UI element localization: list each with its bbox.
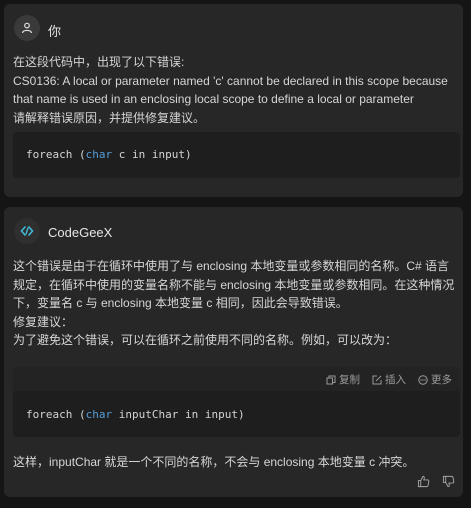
code-type-keyword: char [85, 408, 113, 421]
insert-button[interactable]: 插入 [372, 372, 406, 387]
copy-label: 复制 [339, 374, 360, 386]
insert-label: 插入 [385, 374, 406, 386]
message-line: 下，变量名 c 与 enclosing 本地变量 c 相同，因此会导致错误。 [13, 296, 348, 310]
code-keyword: foreach [26, 408, 73, 421]
assistant-footer-text: 这样，inputChar 就是一个不同的名称，不会与 enclosing 本地变… [13, 455, 415, 469]
message-line: that name is used in an enclosing local … [13, 92, 414, 106]
thumbs-up-icon[interactable] [417, 475, 430, 488]
code-actions: 复制 插入 更多 [326, 372, 452, 387]
copy-icon [326, 375, 336, 384]
assistant-code-block: 复制 插入 更多 foreach (char inputChar in inpu… [13, 367, 460, 437]
more-label: 更多 [431, 374, 452, 386]
insert-icon [372, 375, 382, 384]
message-line: 为了避免这个错误，可以在循环之前使用不同的名称。例如，可以改为： [13, 333, 398, 347]
assistant-message-text: 这个错误是由于在循环中使用了与 enclosing 本地变量或参数相同的名称。C… [13, 257, 454, 350]
message-line: 在这段代码中，出现了以下错误: [13, 55, 185, 69]
user-code-block: foreach (char c in input) [13, 132, 460, 178]
user-avatar [14, 15, 40, 41]
feedback-actions [417, 475, 455, 488]
user-icon [22, 22, 32, 34]
user-message-card: 你 在这段代码中，出现了以下错误: CS0136: A local or par… [4, 4, 463, 197]
assistant-name: CodeGeeX [48, 225, 113, 240]
codegeex-logo-icon [20, 226, 34, 236]
code-text: ( [72, 408, 86, 421]
more-icon [418, 374, 428, 385]
assistant-avatar [14, 218, 40, 244]
message-line: 请解释错误原因，并提供修复建议。 [13, 110, 206, 125]
code-text: ( [72, 148, 86, 161]
message-line: 修复建议： [13, 314, 74, 329]
message-line: 规定，在循环中使用的变量名称不能与 enclosing 本地变量或参数相同。在这… [13, 277, 455, 292]
message-line: CS0136: A local or parameter named 'c' c… [13, 73, 448, 88]
code-text: inputChar in input) [112, 408, 245, 421]
code-text: c in input) [112, 148, 192, 161]
user-message-text: 在这段代码中，出现了以下错误: CS0136: A local or param… [13, 53, 448, 127]
copy-button[interactable]: 复制 [326, 372, 360, 387]
code-type-keyword: char [85, 148, 113, 161]
more-button[interactable]: 更多 [418, 372, 452, 387]
message-line: 这个错误是由于在循环中使用了与 enclosing 本地变量或参数相同的名称。C… [13, 259, 450, 273]
user-name: 你 [48, 24, 62, 39]
code-toolbar: 复制 插入 更多 [13, 367, 460, 391]
code-keyword: foreach [26, 148, 73, 161]
thumbs-down-icon[interactable] [442, 475, 455, 488]
code-line: foreach (char inputChar in input) [26, 408, 245, 421]
assistant-message-card: CodeGeeX 这个错误是由于在循环中使用了与 enclosing 本地变量或… [4, 207, 463, 497]
code-line: foreach (char c in input) [26, 148, 192, 161]
